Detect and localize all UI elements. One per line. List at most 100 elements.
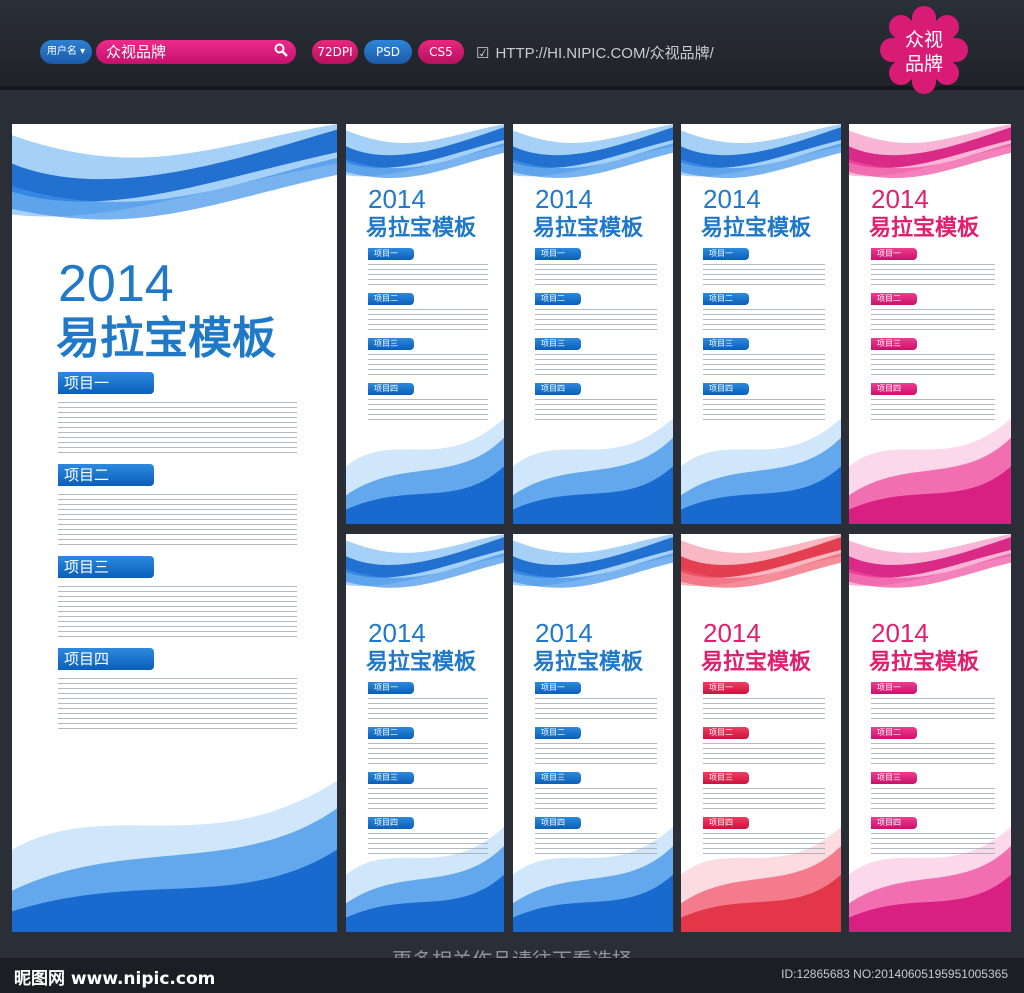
banner-preview-8[interactable]: 2014 易拉宝模板 项目一 项目二 项目三 项目四 [849, 534, 1011, 932]
section-label: 项目四 [871, 383, 917, 395]
section-label: 项目二 [535, 727, 581, 739]
section-label: 项目四 [535, 383, 581, 395]
section-label: 项目一 [368, 248, 414, 260]
body-text-lines [535, 309, 657, 331]
banner-title: 易拉宝模板 [56, 313, 276, 364]
body-text-lines [871, 264, 995, 286]
banner-title: 易拉宝模板 [366, 650, 477, 675]
body-text-lines [368, 788, 488, 810]
brand-logo: 众视 品牌 [880, 6, 968, 94]
section-label: 项目四 [703, 817, 749, 829]
section-label: 项目三 [58, 556, 154, 578]
banner-title: 易拉宝模板 [533, 650, 644, 675]
body-text-lines [368, 354, 488, 376]
author-url[interactable]: ☑ HTTP://HI.NIPIC.COM/众视品牌/ [476, 42, 714, 63]
section-label: 项目三 [368, 772, 414, 784]
body-text-lines [535, 698, 657, 720]
section-label: 项目四 [368, 383, 414, 395]
section-label: 项目二 [58, 464, 154, 486]
body-text-lines [535, 788, 657, 810]
site-logo[interactable]: 昵图网 www.nipic.com [14, 964, 215, 989]
body-text-lines [58, 678, 297, 730]
body-text-lines [535, 743, 657, 765]
body-text-lines [703, 309, 825, 331]
section-label: 项目四 [871, 817, 917, 829]
section-label: 项目三 [871, 772, 917, 784]
section-label: 项目四 [58, 648, 154, 670]
section-label: 项目二 [871, 293, 917, 305]
body-text-lines [871, 788, 995, 810]
section-label: 项目三 [368, 338, 414, 350]
body-text-lines [368, 698, 488, 720]
section-label: 项目一 [368, 682, 414, 694]
body-text-lines [703, 743, 825, 765]
section-label: 项目三 [703, 772, 749, 784]
top-toolbar: 用户名 ▾ 众视品牌 72DPI PSD CS5 ☑ HTTP://HI.NIPI… [0, 0, 1024, 94]
body-text-lines [703, 833, 825, 855]
section-label: 项目二 [368, 293, 414, 305]
body-text-lines [871, 698, 995, 720]
badge-psd[interactable]: PSD [364, 40, 412, 64]
search-input[interactable]: 众视品牌 [96, 40, 296, 64]
banner-preview-1[interactable]: 2014 易拉宝模板 项目一 项目二 项目三 项目四 [346, 124, 504, 524]
body-text-lines [368, 264, 488, 286]
body-text-lines [368, 399, 488, 421]
badge-72dpi[interactable]: 72DPI [312, 40, 358, 64]
banner-title: 易拉宝模板 [533, 216, 644, 241]
body-text-lines [58, 402, 297, 454]
body-text-lines [871, 309, 995, 331]
section-label: 项目三 [535, 772, 581, 784]
badge-cs5[interactable]: CS5 [418, 40, 464, 64]
body-text-lines [703, 399, 825, 421]
checkbox-icon: ☑ [476, 45, 490, 62]
body-text-lines [58, 586, 297, 638]
body-text-lines [368, 309, 488, 331]
banner-title: 易拉宝模板 [869, 650, 980, 675]
svg-text:品牌: 品牌 [905, 53, 943, 75]
banner-preview-2[interactable]: 2014 易拉宝模板 项目一 项目二 项目三 项目四 [513, 124, 673, 524]
body-text-lines [58, 494, 297, 546]
banner-preview-5[interactable]: 2014 易拉宝模板 项目一 项目二 项目三 项目四 [346, 534, 504, 932]
banner-title: 易拉宝模板 [366, 216, 477, 241]
toolbar-divider [0, 86, 1024, 90]
body-text-lines [703, 698, 825, 720]
body-text-lines [535, 354, 657, 376]
section-label: 项目四 [368, 817, 414, 829]
section-label: 项目二 [703, 727, 749, 739]
section-label: 项目二 [368, 727, 414, 739]
svg-text:众视: 众视 [905, 29, 943, 51]
section-label: 项目一 [871, 248, 917, 260]
section-label: 项目一 [535, 248, 581, 260]
body-text-lines [368, 833, 488, 855]
search-icon[interactable] [274, 43, 288, 57]
body-text-lines [703, 354, 825, 376]
banner-preview-3[interactable]: 2014 易拉宝模板 项目一 项目二 项目三 项目四 [681, 124, 841, 524]
section-label: 项目二 [703, 293, 749, 305]
banner-preview-6[interactable]: 2014 易拉宝模板 项目一 项目二 项目三 项目四 [513, 534, 673, 932]
section-label: 项目四 [535, 817, 581, 829]
body-text-lines [871, 743, 995, 765]
section-label: 项目一 [871, 682, 917, 694]
section-label: 项目一 [535, 682, 581, 694]
image-id: ID:12865683 NO:20140605195951005365 [781, 967, 1008, 981]
body-text-lines [703, 788, 825, 810]
section-label: 项目三 [535, 338, 581, 350]
banner-title: 易拉宝模板 [869, 216, 980, 241]
body-text-lines [535, 833, 657, 855]
section-label: 项目一 [703, 682, 749, 694]
banner-preview-7[interactable]: 2014 易拉宝模板 项目一 项目二 项目三 项目四 [681, 534, 841, 932]
section-label: 项目四 [703, 383, 749, 395]
banner-title: 易拉宝模板 [701, 216, 812, 241]
section-label: 项目一 [58, 372, 154, 394]
section-label: 项目一 [703, 248, 749, 260]
section-label: 项目三 [703, 338, 749, 350]
banner-preview-4[interactable]: 2014 易拉宝模板 项目一 项目二 项目三 项目四 [849, 124, 1011, 524]
body-text-lines [703, 264, 825, 286]
search-value: 众视品牌 [106, 43, 167, 61]
banner-preview-large[interactable]: 2014 易拉宝模板 项目一 项目二 项目三 项目四 [12, 124, 337, 932]
section-label: 项目二 [871, 727, 917, 739]
body-text-lines [871, 833, 995, 855]
body-text-lines [871, 399, 995, 421]
user-dropdown[interactable]: 用户名 ▾ [40, 40, 92, 64]
body-text-lines [368, 743, 488, 765]
